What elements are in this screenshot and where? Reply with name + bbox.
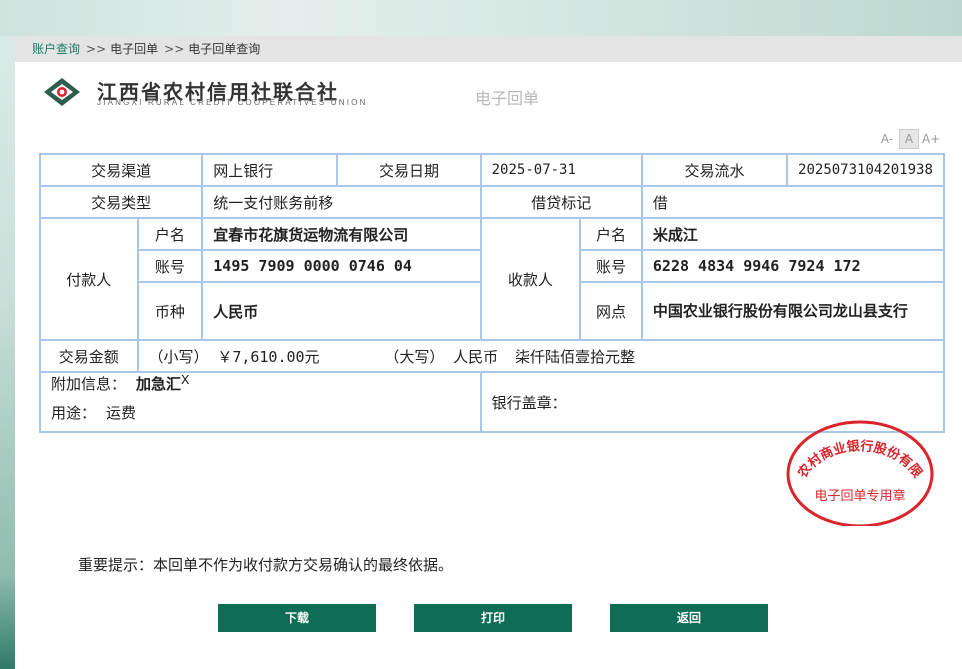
stamp-arc-text: 宜春农村商业银行股份有限公司 [785,416,925,482]
payee-branch: 中国农业银行股份有限公司龙山县支行 [640,281,946,341]
left-decor-strip [0,36,15,669]
purpose-value: 运费 [106,404,137,422]
bank-name-en: JIANGXI RURAL CREDIT COOPERATIVES UNION [97,98,368,107]
payer-name: 宜春市花旗货运物流有限公司 [201,217,482,251]
channel-value: 网上银行 [201,153,339,187]
payee-name-label: 户名 [579,217,643,251]
breadcrumb-e-receipt-query: 电子回单查询 [188,42,261,56]
breadcrumb-e-receipt[interactable]: 电子回单 [110,42,158,56]
font-decrease-button[interactable]: A- [878,130,896,148]
download-button[interactable]: 下载 [218,604,376,632]
bank-logo-icon [44,78,80,106]
payee-label: 收款人 [479,217,582,341]
payer-account: 1495 7909 0000 0746 04 [201,249,482,283]
payee-branch-label: 网点 [579,281,643,341]
amount-small: ￥7,610.00元 [217,347,320,366]
bank-stamp-icon: 宜春农村商业银行股份有限公司 电子回单专用章 [785,416,934,526]
dc-label: 借贷标记 [479,185,643,219]
serial-label: 交易流水 [640,153,789,187]
additional-info-cell: 附加信息： 加急汇X 用途： 运费 [39,371,482,433]
channel-label: 交易渠道 [38,153,204,187]
amount-big-currency: 人民币 [453,347,499,366]
addinfo-value: 加急汇 [136,375,182,393]
amount-row: （小写） ￥7,610.00元 （大写） 人民币 柒仟陆佰壹拾元整 [136,339,946,373]
payer-currency-label: 币种 [136,281,204,341]
date-label: 交易日期 [336,153,482,187]
content-panel: 账户查询 >> 电子回单 >> 电子回单查询 江西省农村信用社联合社 JIANGXI R… [15,36,962,669]
payer-currency: 人民币 [201,281,482,341]
addinfo-cursor-icon: X [181,373,190,389]
breadcrumb: 账户查询 >> 电子回单 >> 电子回单查询 [15,36,962,62]
payer-name-label: 户名 [136,217,204,251]
stamp-bottom-text: 电子回单专用章 [814,488,905,504]
date-value: 2025-07-31 [479,153,643,187]
payer-label: 付款人 [39,217,139,341]
type-value: 统一支付账务前移 [201,185,482,219]
payee-acct-label: 账号 [579,249,643,283]
back-button[interactable]: 返回 [610,604,768,632]
amount-small-label: （小写） [148,347,209,366]
document-title: 电子回单 [475,89,540,108]
seal-label: 银行盖章： [491,393,567,412]
dc-value: 借 [640,185,946,219]
amount-label: 交易金额 [39,339,139,373]
amount-big-label: （大写） [384,347,445,366]
breadcrumb-account-query[interactable]: 账户查询 [32,42,80,56]
addinfo-label: 附加信息： [51,375,127,393]
payee-name: 米成江 [640,217,946,251]
type-label: 交易类型 [38,185,204,219]
print-button[interactable]: 打印 [414,604,572,632]
serial-value: 2025073104201938 [786,153,945,187]
purpose-label: 用途： [51,404,97,422]
font-increase-button[interactable]: A+ [922,130,940,148]
font-size-controls: A- A A+ [875,129,940,149]
top-banner [0,0,962,36]
important-notice: 重要提示：本回单不作为收付款方交易确认的最终依据。 [78,556,454,574]
amount-big: 柒仟陆佰壹拾元整 [514,347,635,366]
svg-text:宜春农村商业银行股份有限公司: 宜春农村商业银行股份有限公司 [785,416,925,482]
font-reset-button[interactable]: A [899,129,919,149]
payee-account: 6228 4834 9946 7924 172 [640,249,946,283]
payer-acct-label: 账号 [136,249,204,283]
receipt-table: 交易渠道 网上银行 交易日期 2025-07-31 交易流水 202507310… [38,153,946,433]
